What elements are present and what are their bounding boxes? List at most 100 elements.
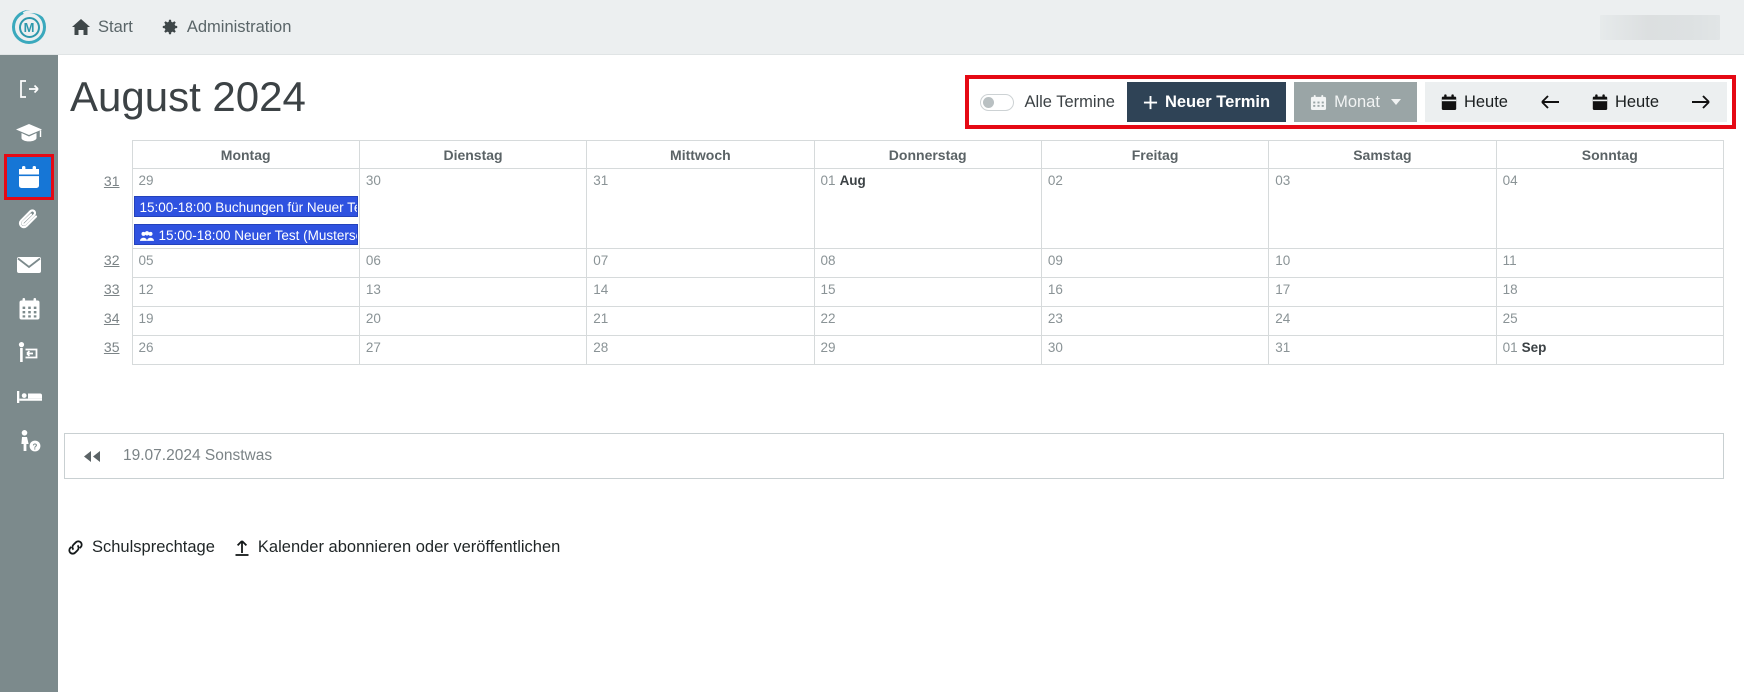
link-schulsprechtage[interactable]: Schulsprechtage [66,538,215,557]
new-appointment-button[interactable]: Neuer Termin [1126,82,1287,122]
calendar-day-cell[interactable]: 27 [358,334,588,365]
calendar-day-cell[interactable]: 30 [1040,334,1270,365]
calendar-toolbar: Alle Termine Neuer Termin Monat Heute He… [965,75,1736,129]
week-number-cell[interactable]: 34 [64,306,132,335]
week-number-label[interactable]: 32 [104,252,120,268]
calendar-day-cell[interactable]: 29 [813,334,1042,365]
day-number: 31 [1275,339,1291,355]
calendar-day-cell[interactable]: 31 [586,168,815,249]
logout-icon [18,79,40,99]
day-number: 31 [593,173,609,188]
day-number: 19 [138,310,154,326]
app-logo[interactable]: M [0,0,58,55]
calendar-day-cell[interactable]: 30 [358,168,588,249]
previous-period-button[interactable] [1523,82,1576,122]
view-mode-dropdown[interactable]: Monat [1294,82,1417,122]
calendar-day-cell[interactable]: 05 [131,247,360,278]
calendar-event[interactable]: 15:00-18:00 Buchungen für Neuer Test [133,195,358,217]
calendar-day-cell[interactable]: 21 [586,305,815,336]
sidebar-item-messages[interactable] [6,245,52,285]
today-button[interactable]: Heute [1424,82,1524,122]
calendar-day-cell[interactable]: 10 [1268,247,1497,278]
nav-item-start-label: Start [98,17,133,36]
calendar-day-cell[interactable]: 16 [1040,276,1270,307]
sidebar-item-absence[interactable] [6,333,52,373]
all-appointments-toggle-group[interactable]: Alle Termine [974,93,1126,112]
calendar-day-cell[interactable]: 25 [1495,305,1725,336]
calendar-day-cell[interactable]: 20 [358,305,588,336]
calendar-icon [1310,94,1327,111]
home-icon [72,19,90,35]
paperclip-icon [17,209,41,233]
week-number-cell[interactable]: 32 [64,248,132,277]
calendar-day-cell[interactable]: 24 [1268,305,1497,336]
sidebar-item-files[interactable] [6,201,52,241]
calendar-day-cell[interactable]: 17 [1268,276,1497,307]
calendar-day-cell[interactable]: 01 Sep [1495,334,1725,365]
sidebar-item-calendar[interactable] [4,154,54,200]
day-number: 28 [593,339,609,355]
nav-item-administration[interactable]: Administration [147,12,306,43]
calendar-day-cell[interactable]: 07 [586,247,815,278]
arrow-left-icon [1540,94,1560,110]
calendar-day-cell[interactable]: 22 [813,305,1042,336]
all-appointments-toggle[interactable] [980,93,1015,111]
week-number-label[interactable]: 31 [104,173,120,189]
day-number: 04 [1502,173,1518,188]
link-kalender-abonnieren[interactable]: Kalender abonnieren oder veröffentlichen [233,538,560,557]
calendar-week-row: 34 19 20 21 22 23 24 25 [64,305,1725,336]
calendar-day-cell[interactable]: 15 [813,276,1042,307]
calendar-today-icon [1441,93,1457,111]
week-number-label[interactable]: 35 [104,339,120,355]
week-number-label[interactable]: 34 [104,310,120,326]
sidebar-item-help[interactable]: ? [6,421,52,461]
sidebar-item-boarding[interactable] [6,377,52,417]
calendar-day-cell[interactable]: 08 [813,247,1042,278]
upload-icon [233,539,251,557]
calendar-day-cell[interactable]: 06 [358,247,588,278]
week-number-cell[interactable]: 31 [64,169,132,249]
today-button-2[interactable]: Heute [1575,82,1675,122]
next-period-button[interactable] [1675,82,1727,122]
calendar-day-cell[interactable]: 19 [131,305,360,336]
past-event-text: 19.07.2024 Sonstwas [123,447,273,464]
calendar-day-cell[interactable]: 26 [131,334,360,365]
calendar-day-cell[interactable]: 12 [131,276,360,307]
day-number: 10 [1275,252,1291,268]
calendar-event[interactable]: 15:00-18:00 Neuer Test (Musterschu [133,223,358,245]
calendar-day-cell[interactable]: 09 [1040,247,1270,278]
week-number-cell[interactable]: 35 [64,335,132,364]
calendar-day-cell[interactable]: 02 [1040,168,1270,249]
user-account-placeholder[interactable] [1600,15,1720,40]
calendar-day-cell[interactable]: 23 [1040,305,1270,336]
day-number: 02 [1047,173,1063,188]
sidebar-item-school[interactable] [6,113,52,153]
page-title: August 2024 [70,73,306,120]
day-number: 25 [1502,310,1518,326]
day-number: 21 [593,310,609,326]
day-number: 20 [365,310,381,326]
day-number: 05 [138,252,154,268]
calendar-week-row: 31 29 15:00-18:00 Buchungen für Neuer Test… [64,168,1725,249]
week-number-cell[interactable]: 33 [64,277,132,306]
sidebar-item-timetable[interactable] [6,289,52,329]
calendar-day-cell[interactable]: 01 Aug [813,168,1042,249]
day-number: 24 [1275,310,1291,326]
calendar-day-cell[interactable]: 13 [358,276,588,307]
calendar-day-cell[interactable]: 04 [1495,168,1725,249]
day-number: 06 [365,252,381,268]
day-number: 07 [593,252,609,268]
calendar-day-cell[interactable]: 03 [1268,168,1497,249]
sidebar-item-logout[interactable] [6,69,52,109]
calendar-day-cell[interactable]: 29 15:00-18:00 Buchungen für Neuer Test 15… [131,168,360,249]
arrow-right-icon [1691,94,1711,110]
calendar-day-cell[interactable]: 14 [586,276,815,307]
calendar-day-cell[interactable]: 11 [1495,247,1725,278]
rewind-icon[interactable] [83,450,101,463]
nav-item-start[interactable]: Start [58,12,147,43]
calendar-day-cell[interactable]: 28 [586,334,815,365]
calendar-day-cell[interactable]: 18 [1495,276,1725,307]
calendar-day-cell[interactable]: 31 [1268,334,1497,365]
day-number: 29 [820,339,836,355]
week-number-label[interactable]: 33 [104,281,120,297]
